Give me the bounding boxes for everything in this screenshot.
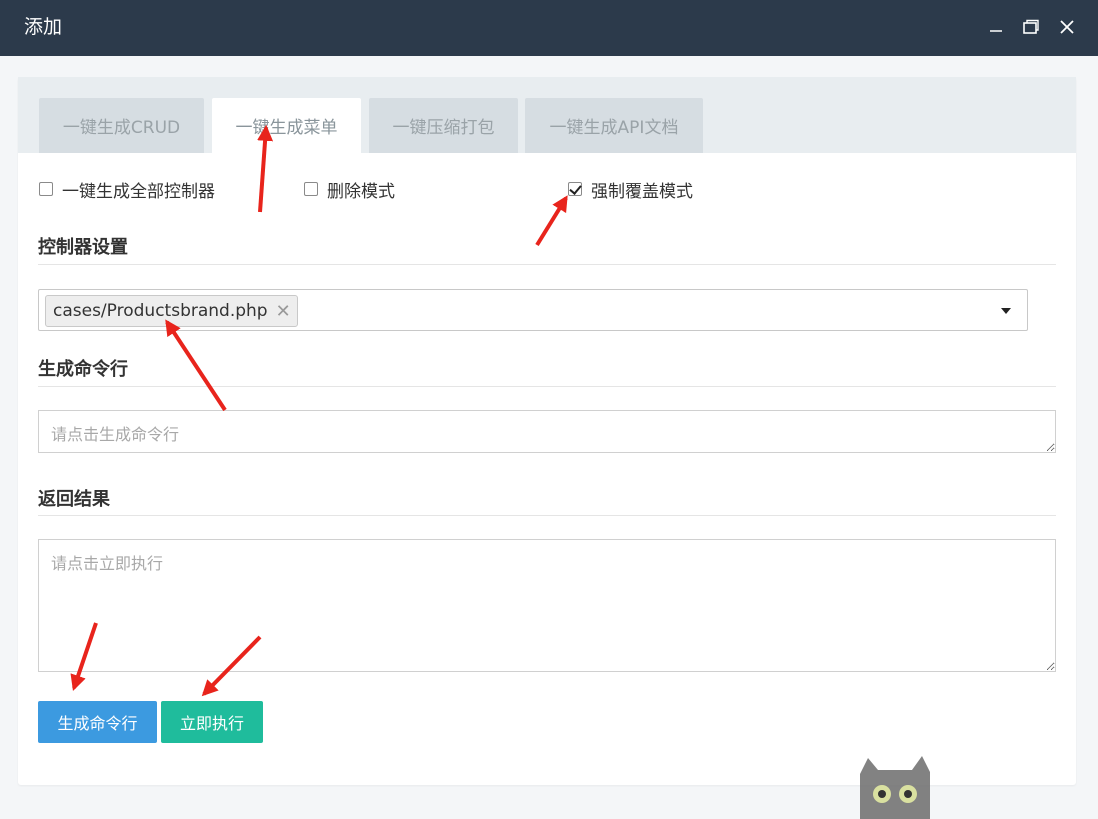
cat-mascot-icon xyxy=(860,756,930,819)
force-overwrite-checkbox[interactable]: 强制覆盖模式 xyxy=(568,178,693,202)
checkbox-box[interactable] xyxy=(39,182,53,196)
tab-generate-menu[interactable]: 一键生成菜单 xyxy=(212,98,361,153)
window-title: 添加 xyxy=(24,16,63,38)
divider xyxy=(38,386,1056,387)
checkbox-label: 一键生成全部控制器 xyxy=(62,181,215,202)
close-button[interactable] xyxy=(1054,14,1080,40)
result-heading: 返回结果 xyxy=(38,489,110,510)
command-line-heading: 生成命令行 xyxy=(38,359,128,380)
checkbox-label: 强制覆盖模式 xyxy=(591,181,693,202)
divider xyxy=(38,264,1056,265)
checkbox-label: 删除模式 xyxy=(327,181,395,202)
close-icon xyxy=(1060,20,1074,34)
minimize-icon xyxy=(990,30,1002,32)
checkbox-box[interactable] xyxy=(304,182,318,196)
remove-tag-icon[interactable]: ✕ xyxy=(276,301,291,322)
controller-settings-heading: 控制器设置 xyxy=(38,237,128,258)
generate-all-controllers-checkbox[interactable]: 一键生成全部控制器 xyxy=(39,178,215,202)
minimize-button[interactable] xyxy=(983,14,1009,40)
command-line-textarea[interactable] xyxy=(38,410,1056,453)
generate-command-button[interactable]: 生成命令行 xyxy=(38,701,157,743)
execute-now-button[interactable]: 立即执行 xyxy=(161,701,263,743)
window-titlebar: 添加 xyxy=(0,0,1098,56)
dropdown-caret-icon[interactable] xyxy=(1001,308,1011,314)
tab-generate-crud[interactable]: 一键生成CRUD xyxy=(39,98,204,153)
tab-generate-api-doc[interactable]: 一键生成API文档 xyxy=(525,98,703,153)
maximize-icon xyxy=(1023,19,1039,34)
divider xyxy=(38,515,1056,516)
maximize-button[interactable] xyxy=(1018,14,1044,40)
controller-select[interactable]: cases/Productsbrand.php ✕ xyxy=(38,289,1028,331)
selected-controller-label: cases/Productsbrand.php xyxy=(53,301,268,321)
tab-compress-package[interactable]: 一键压缩打包 xyxy=(369,98,518,153)
checkbox-box-checked[interactable] xyxy=(568,182,582,196)
selected-controller-tag: cases/Productsbrand.php ✕ xyxy=(45,295,298,327)
result-textarea[interactable] xyxy=(38,539,1056,672)
delete-mode-checkbox[interactable]: 删除模式 xyxy=(304,178,395,202)
